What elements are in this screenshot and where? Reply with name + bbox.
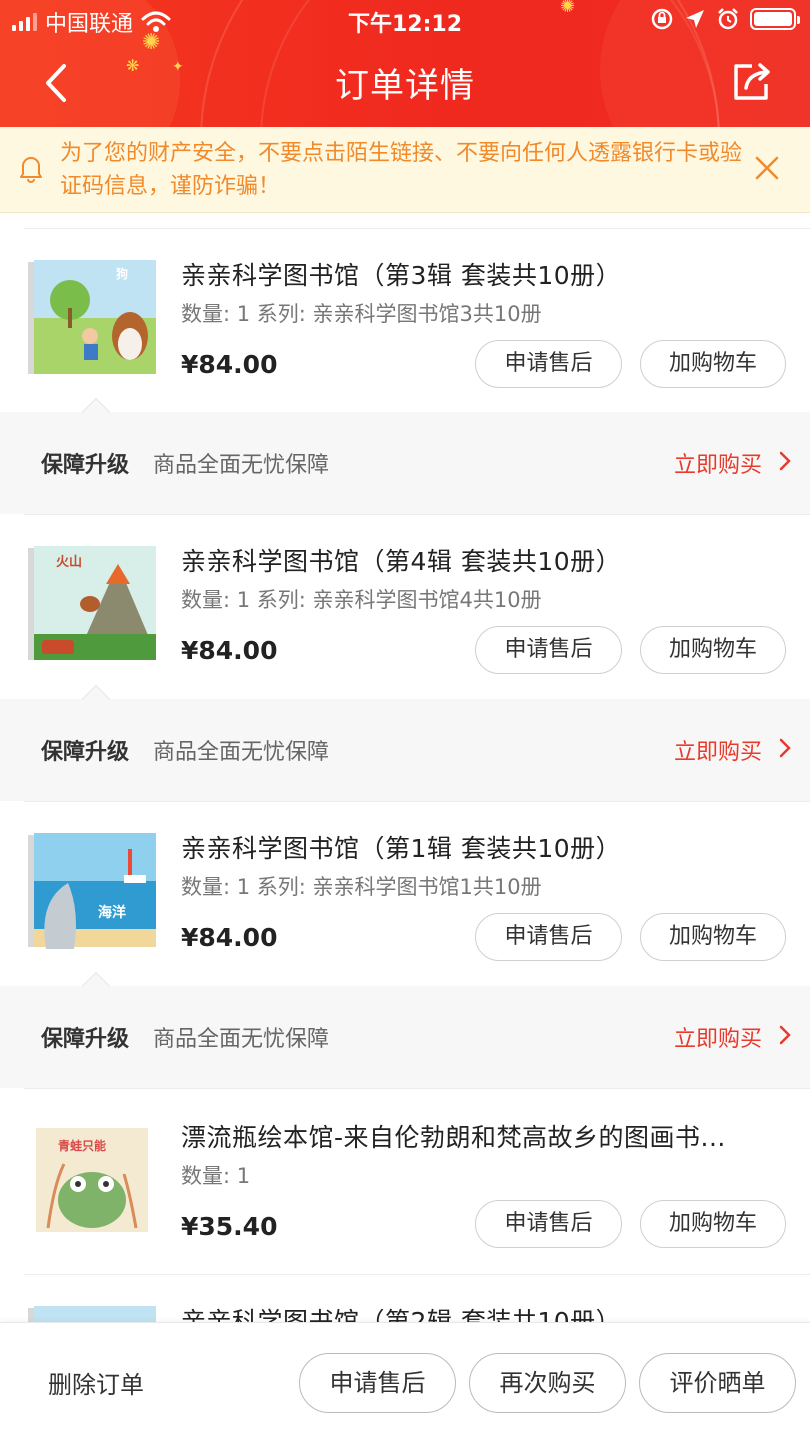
product-meta: 数量: 1 系列: 亲亲科学图书馆4共10册 bbox=[181, 588, 542, 612]
guarantee-desc: 商品全面无忧保障 bbox=[153, 1027, 330, 1052]
product-name[interactable]: 亲亲科学图书馆（第3辑 套装共10册） bbox=[181, 256, 781, 292]
chevron-right-icon bbox=[779, 738, 791, 758]
battery-icon bbox=[750, 8, 800, 30]
buy-again-button[interactable]: 再次购买 bbox=[469, 1353, 626, 1413]
product-meta: 数量: 1 bbox=[181, 1164, 251, 1188]
chevron-right-icon bbox=[779, 1025, 791, 1045]
cover-title: 青蛙只能 bbox=[58, 1138, 106, 1153]
order-item[interactable]: 青蛙只能 漂流瓶绘本馆-来自伦勃朗和梵高故乡的图画书... 数量: 1 ¥35.… bbox=[0, 1088, 810, 1274]
nav-bar: 订单详情 bbox=[0, 50, 810, 116]
order-item[interactable]: 火山 亲亲科学图书馆（第4辑 套装共10册） 数量: 1 系列: 亲亲科学图书馆… bbox=[0, 514, 810, 700]
add-to-cart-button[interactable]: 加购物车 bbox=[640, 340, 786, 388]
notice-text: 为了您的财产安全，不要点击陌生链接、不要向任何人透露银行卡或验证码信息，谨防诈骗… bbox=[60, 141, 743, 199]
add-to-cart-button[interactable]: 加购物车 bbox=[640, 1200, 786, 1248]
divider bbox=[24, 1274, 810, 1275]
after-sale-button[interactable]: 申请售后 bbox=[299, 1353, 456, 1413]
add-to-cart-button[interactable]: 加购物车 bbox=[640, 626, 786, 674]
product-image[interactable]: 青蛙只能 bbox=[28, 1124, 156, 1236]
order-item[interactable]: 海洋 亲亲科学图书馆（第1辑 套装共10册） 数量: 1 系列: 亲亲科学图书馆… bbox=[0, 801, 810, 987]
guarantee-desc: 商品全面无忧保障 bbox=[153, 740, 330, 765]
bell-icon bbox=[20, 157, 42, 183]
buy-now-link[interactable]: 立即购买 bbox=[674, 1021, 762, 1053]
product-price: ¥84.00 bbox=[181, 923, 278, 952]
product-image[interactable]: 火山 bbox=[28, 544, 156, 662]
app-header: ✺ ❋ ✦ ✺ 中国联通 下午12:12 订单详情 bbox=[0, 0, 810, 127]
status-bar: 中国联通 下午12:12 bbox=[0, 0, 810, 40]
product-name[interactable]: 亲亲科学图书馆（第4辑 套装共10册） bbox=[181, 542, 781, 578]
product-name[interactable]: 漂流瓶绘本馆-来自伦勃朗和梵高故乡的图画书... bbox=[181, 1118, 781, 1154]
security-notice: 为了您的财产安全，不要点击陌生链接、不要向任何人透露银行卡或验证码信息，谨防诈骗… bbox=[0, 127, 810, 213]
buy-now-link[interactable]: 立即购买 bbox=[674, 734, 762, 766]
close-notice-button[interactable] bbox=[754, 155, 780, 181]
cover-title: 狗 bbox=[116, 266, 128, 281]
product-price: ¥84.00 bbox=[181, 636, 278, 665]
location-icon bbox=[686, 10, 704, 28]
alarm-icon bbox=[718, 8, 738, 30]
after-sale-button[interactable]: 申请售后 bbox=[475, 626, 622, 674]
guarantee-row[interactable]: 保障升级 商品全面无忧保障 立即购买 bbox=[0, 397, 810, 514]
rotation-lock-icon bbox=[651, 8, 673, 30]
buy-now-link[interactable]: 立即购买 bbox=[674, 447, 762, 479]
guarantee-title: 保障升级 bbox=[41, 740, 130, 765]
divider bbox=[24, 228, 810, 229]
divider bbox=[24, 801, 810, 802]
review-button[interactable]: 评价晒单 bbox=[639, 1353, 796, 1413]
guarantee-row[interactable]: 保障升级 商品全面无忧保障 立即购买 bbox=[0, 684, 810, 801]
product-price: ¥84.00 bbox=[181, 350, 278, 379]
share-button[interactable] bbox=[730, 60, 774, 104]
product-price: ¥35.40 bbox=[181, 1212, 278, 1241]
product-image[interactable]: 海洋 bbox=[28, 831, 156, 949]
guarantee-title: 保障升级 bbox=[41, 1027, 130, 1052]
after-sale-button[interactable]: 申请售后 bbox=[475, 913, 622, 961]
order-item[interactable]: 狗 亲亲科学图书馆（第3辑 套装共10册） 数量: 1 系列: 亲亲科学图书馆3… bbox=[0, 228, 810, 412]
after-sale-button[interactable]: 申请售后 bbox=[475, 340, 622, 388]
chevron-right-icon bbox=[779, 451, 791, 471]
guarantee-row[interactable]: 保障升级 商品全面无忧保障 立即购买 bbox=[0, 971, 810, 1088]
product-image[interactable]: 狗 bbox=[28, 258, 156, 376]
divider bbox=[24, 1088, 810, 1089]
guarantee-desc: 商品全面无忧保障 bbox=[153, 453, 330, 478]
page-title: 订单详情 bbox=[335, 66, 475, 106]
product-name[interactable]: 亲亲科学图书馆（第1辑 套装共10册） bbox=[181, 829, 781, 865]
cover-title: 海洋 bbox=[98, 904, 126, 921]
add-to-cart-button[interactable]: 加购物车 bbox=[640, 913, 786, 961]
product-meta: 数量: 1 系列: 亲亲科学图书馆1共10册 bbox=[181, 875, 542, 899]
bottom-action-bar: 删除订单 申请售后 再次购买 评价晒单 bbox=[0, 1322, 810, 1440]
divider bbox=[24, 514, 810, 515]
after-sale-button[interactable]: 申请售后 bbox=[475, 1200, 622, 1248]
guarantee-title: 保障升级 bbox=[41, 453, 130, 478]
delete-order-button[interactable]: 删除订单 bbox=[48, 1365, 144, 1400]
cover-title: 火山 bbox=[56, 554, 82, 570]
product-meta: 数量: 1 系列: 亲亲科学图书馆3共10册 bbox=[181, 302, 542, 326]
